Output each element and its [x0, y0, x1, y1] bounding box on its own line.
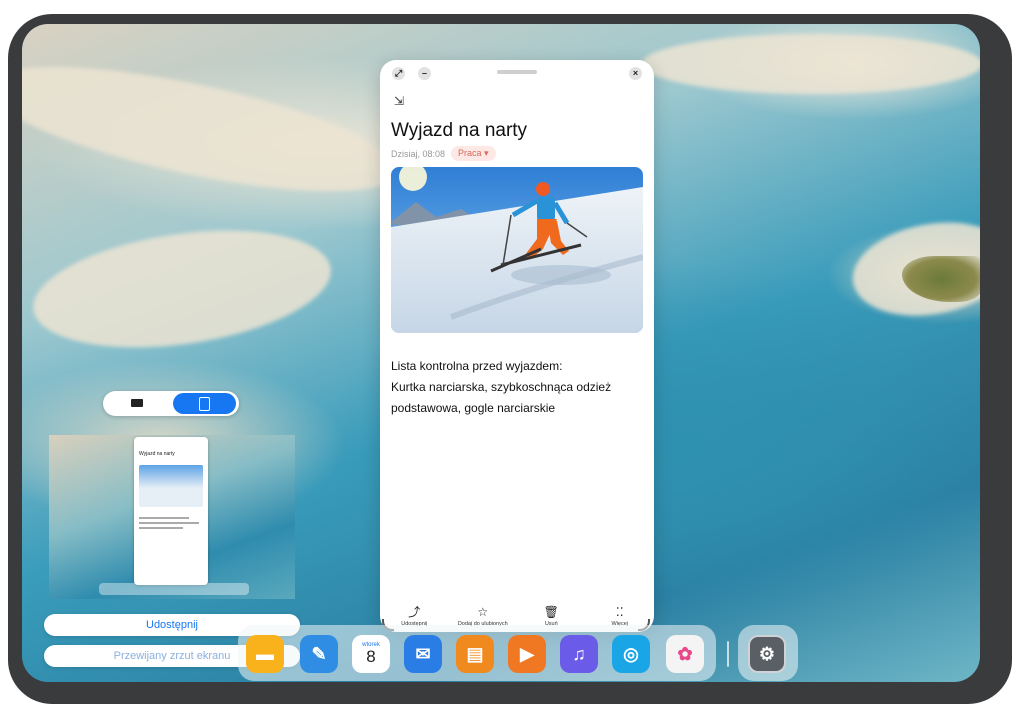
window-mode-option[interactable]	[173, 393, 236, 414]
thumbnail-text-line	[139, 522, 199, 524]
wallpaper-sand	[25, 213, 339, 365]
skier-photo	[391, 167, 643, 333]
note-body-line: Kurtka narciarska, szybkoschnąca odzież …	[391, 380, 612, 415]
wallpaper-sand	[642, 34, 980, 94]
note-body[interactable]: Lista kontrolna przed wyjazdem: Kurtka n…	[391, 356, 643, 419]
note-meta: Dzisiaj, 08:08 Praca ▾	[391, 146, 496, 161]
dock-divider	[727, 641, 729, 667]
gallery-icon[interactable]: ✿	[666, 635, 704, 673]
thumbnail-note-title: Wyjazd na narty	[139, 451, 175, 457]
office-icon[interactable]: ▤	[456, 635, 494, 673]
note-body-line: Lista kontrolna przed wyjazdem:	[391, 359, 563, 373]
more-icon: ⁚⁚	[615, 605, 624, 619]
browser-icon[interactable]: ◎	[612, 635, 650, 673]
notes-icon[interactable]: ✎	[300, 635, 338, 673]
star-icon: ☆	[477, 605, 489, 619]
mail-icon[interactable]: ✉	[404, 635, 442, 673]
category-label: Praca	[458, 148, 482, 158]
thumbnail-text-line	[139, 517, 189, 519]
close-icon[interactable]: ×	[629, 67, 642, 80]
collapse-icon[interactable]: ⇲	[394, 94, 404, 108]
thumbnail-note-window: Wyjazd na narty	[134, 437, 208, 585]
screenshot-thumbnail[interactable]: Wyjazd na narty	[49, 435, 295, 599]
window-drag-handle[interactable]	[497, 70, 537, 74]
category-tag[interactable]: Praca ▾	[451, 146, 496, 161]
share-icon: ⤴	[408, 605, 421, 619]
thumbnail-dock	[99, 583, 249, 595]
video-icon[interactable]: ▶	[508, 635, 546, 673]
note-title[interactable]: Wyjazd na narty	[391, 120, 527, 142]
note-window[interactable]: ⤢ – × ⇲ Wyjazd na narty Dzisiaj, 08:08 P…	[380, 60, 654, 632]
calendar-day-number: 8	[366, 647, 376, 666]
settings-icon[interactable]: ⚙	[748, 635, 786, 673]
fullscreen-icon[interactable]: ⤢	[392, 67, 405, 80]
landscape-mode-icon[interactable]	[131, 399, 143, 407]
files-icon[interactable]: ▬	[246, 635, 284, 673]
note-date: Dzisiaj, 08:08	[391, 148, 446, 159]
trash-icon: 🗑	[543, 605, 559, 619]
window-mode-icon	[199, 397, 210, 411]
screenshot-mode-toggle[interactable]	[103, 391, 239, 416]
minimize-icon[interactable]: –	[418, 67, 431, 80]
thumbnail-text-line	[139, 527, 183, 529]
calendar-icon[interactable]: wtorek 8	[352, 635, 390, 673]
music-icon[interactable]: ♫	[560, 635, 598, 673]
thumbnail-note-photo	[139, 465, 203, 507]
wallpaper-sand	[22, 41, 407, 217]
